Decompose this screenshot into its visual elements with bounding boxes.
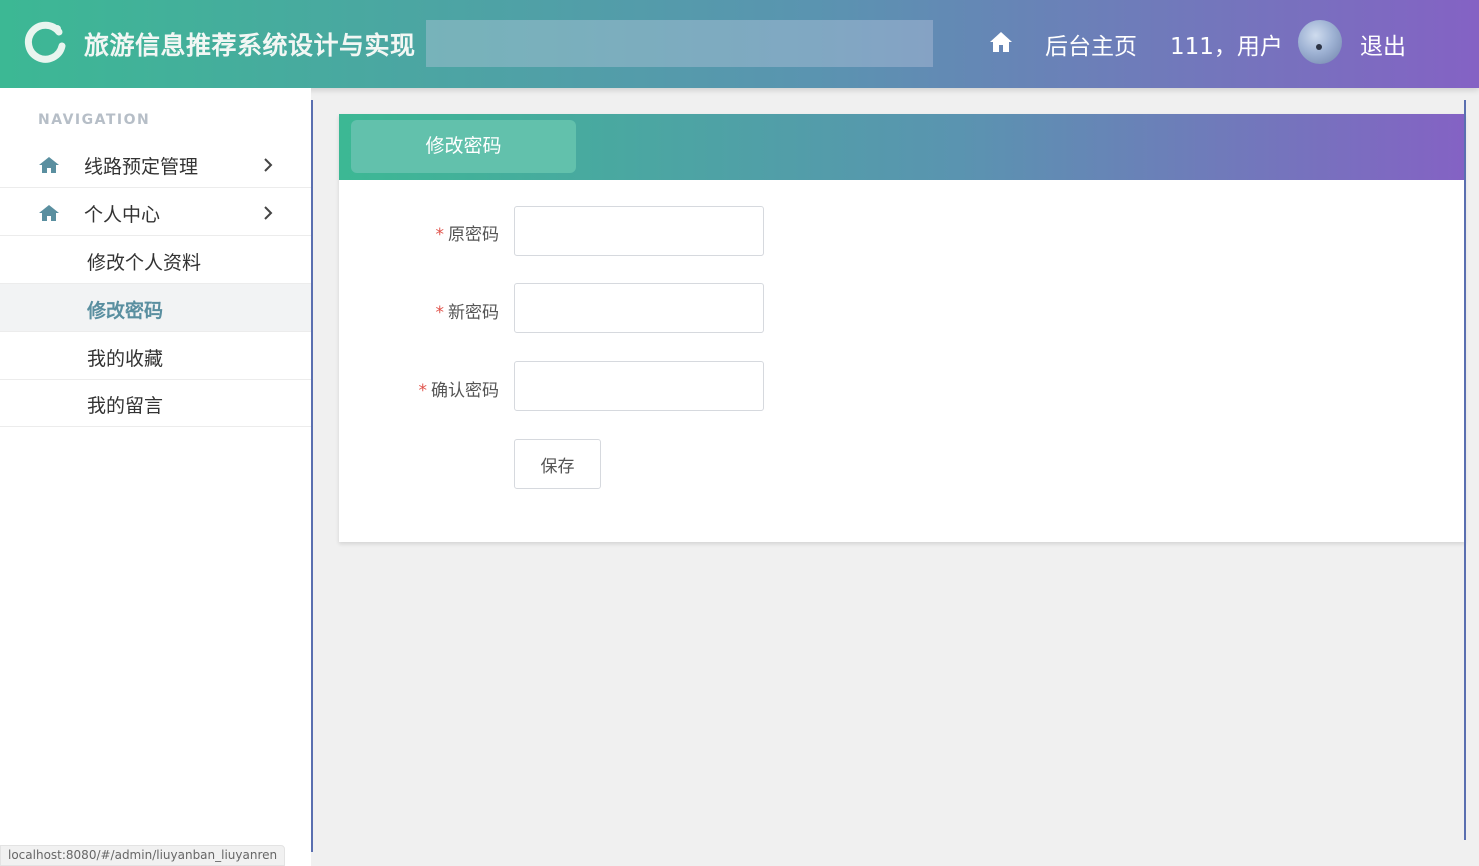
sidebar-subitem-label: 修改密码 [87,300,164,322]
home-icon[interactable] [989,31,1013,53]
sidebar-subitem-edit-profile[interactable]: 修改个人资料 [0,236,311,284]
required-mark: * [435,303,445,323]
old-password-label: * 原密码 [339,220,500,245]
old-password-input[interactable] [514,206,764,256]
home-icon [39,205,59,221]
chevron-right-icon [264,206,273,220]
new-password-input[interactable] [514,283,764,333]
content-right-edge [1464,100,1466,840]
sidebar-item-personal-center[interactable]: 个人中心 [0,188,311,236]
user-greeting: 111，用户 [1170,34,1283,60]
sidebar-subitem-my-messages[interactable]: 我的留言 [0,379,311,427]
logo-icon [24,21,66,63]
logout-link[interactable]: 退出 [1360,27,1406,61]
redacted-overlay [426,20,933,67]
sidebar-subitem-label: 修改个人资料 [87,252,202,274]
change-password-panel: 修改密码 * 原密码 * 新密码 * 确认密码 保存 [339,114,1465,542]
confirm-password-label-text: 确认密码 [431,381,499,401]
status-bar-url: localhost:8080/#/admin/liuyanban_liuyanr… [0,845,286,866]
sidebar: NAVIGATION 线路预定管理 个人中心 修改个人资料 修改密码 我的收藏 … [0,88,311,866]
old-password-label-text: 原密码 [448,225,499,245]
panel-header: 修改密码 [339,114,1465,180]
sidebar-item-label: 个人中心 [84,204,161,226]
sidebar-subitem-change-password[interactable]: 修改密码 [0,284,311,332]
sidebar-subitem-my-favorites[interactable]: 我的收藏 [0,332,311,380]
avatar[interactable] [1298,20,1342,64]
app-title: 旅游信息推荐系统设计与实现 [84,31,416,60]
save-button[interactable]: 保存 [514,439,601,489]
confirm-password-input[interactable] [514,361,764,411]
nav-caption: NAVIGATION [38,112,151,128]
tab-change-password[interactable]: 修改密码 [351,120,576,173]
sidebar-subitem-label: 我的留言 [87,395,164,417]
new-password-label: * 新密码 [339,298,500,323]
sidebar-divider [311,100,313,852]
top-header: 旅游信息推荐系统设计与实现 后台主页 111，用户 退出 [0,0,1479,88]
required-mark: * [435,225,445,245]
sidebar-item-label: 线路预定管理 [84,156,199,178]
required-mark: * [418,381,428,401]
sidebar-subitem-label: 我的收藏 [87,348,164,370]
chevron-right-icon [264,158,273,172]
confirm-password-label: * 确认密码 [339,376,500,401]
new-password-label-text: 新密码 [448,303,499,323]
sidebar-item-route-booking[interactable]: 线路预定管理 [0,140,311,188]
home-icon [39,157,59,173]
backend-home-link[interactable]: 后台主页 [1045,27,1137,61]
